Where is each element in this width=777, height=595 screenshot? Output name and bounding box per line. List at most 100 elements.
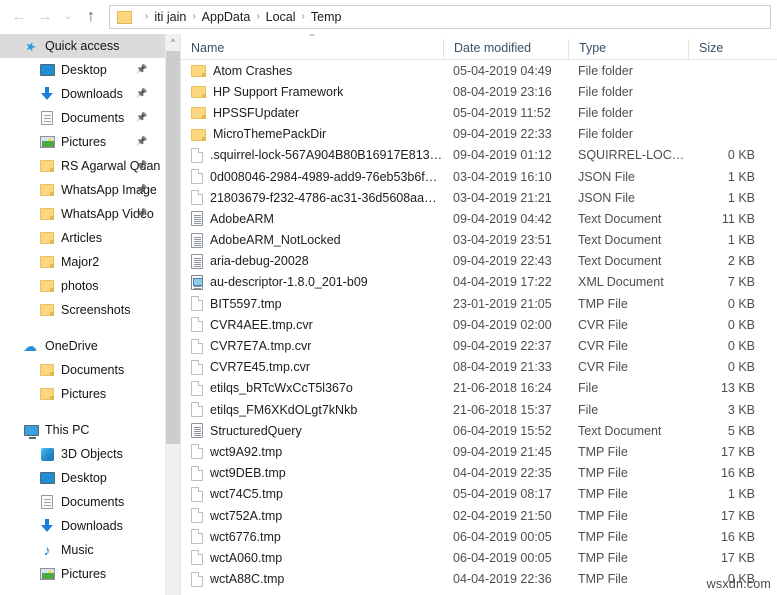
cell-name[interactable]: wct9DEB.tmp: [181, 465, 443, 481]
table-row[interactable]: 0d008046-2984-4989-add9-76eb53b6fa92... 0…: [181, 166, 777, 187]
breadcrumb-separator-1[interactable]: ›: [192, 11, 195, 22]
sidebar-item-3d-objects[interactable]: 3D Objects: [0, 442, 165, 466]
sidebar-item-screenshots[interactable]: Screenshots: [0, 298, 165, 322]
sidebar-item-whatsapp-image[interactable]: WhatsApp Image 📌: [0, 178, 165, 202]
table-row[interactable]: wct9A92.tmp 09-04-2019 21:45 TMP File 17 KB: [181, 441, 777, 462]
table-row[interactable]: wct9DEB.tmp 04-04-2019 22:35 TMP File 16 KB: [181, 463, 777, 484]
breadcrumb-separator-2[interactable]: ›: [256, 11, 259, 22]
cell-name[interactable]: wct752A.tmp: [181, 508, 443, 524]
sidebar-scrollbar[interactable]: ^: [165, 34, 180, 595]
table-row[interactable]: MicroThemePackDir 09-04-2019 22:33 File fo…: [181, 124, 777, 145]
cell-name[interactable]: AdobeARM_NotLocked: [181, 232, 443, 248]
cell-name[interactable]: CVR7E45.tmp.cvr: [181, 359, 443, 375]
column-header-type[interactable]: Type: [568, 39, 688, 59]
sidebar-item-desktop[interactable]: Desktop: [0, 466, 165, 490]
cell-name[interactable]: wctA060.tmp: [181, 550, 443, 566]
table-row[interactable]: CVR7E45.tmp.cvr 08-04-2019 21:33 CVR File 0…: [181, 357, 777, 378]
sidebar-item-articles[interactable]: Articles: [0, 226, 165, 250]
table-row[interactable]: 21803679-f232-4786-ac31-36d5608aa3ff.j..…: [181, 187, 777, 208]
pin-icon[interactable]: 📌: [136, 112, 147, 123]
table-row[interactable]: Atom Crashes 05-04-2019 04:49 File folder: [181, 60, 777, 81]
cell-name[interactable]: etilqs_bRTcWxCcT5l367o: [181, 380, 443, 396]
table-row[interactable]: CVR4AEE.tmp.cvr 09-04-2019 02:00 CVR File 0…: [181, 314, 777, 335]
sidebar-item-onedrive[interactable]: ☁ OneDrive: [0, 334, 165, 358]
table-row[interactable]: etilqs_FM6XKdOLgt7kNkb 21-06-2018 15:37 Fi…: [181, 399, 777, 420]
breadcrumb-item-2[interactable]: Local: [266, 10, 296, 24]
column-header-date-modified[interactable]: Date modified: [443, 39, 568, 59]
up-button[interactable]: ↑: [78, 4, 104, 30]
cell-name[interactable]: .squirrel-lock-567A904B80B16917E813CC...: [181, 147, 443, 163]
column-header-size[interactable]: Size: [688, 39, 777, 59]
sidebar-item-desktop[interactable]: Desktop 📌: [0, 58, 165, 82]
sidebar-item-music[interactable]: ♪ Music: [0, 538, 165, 562]
table-row[interactable]: HPSSFUpdater 05-04-2019 11:52 File folder: [181, 102, 777, 123]
cell-name[interactable]: MicroThemePackDir: [181, 127, 443, 141]
cell-name[interactable]: CVR7E7A.tmp.cvr: [181, 338, 443, 354]
cell-name[interactable]: BIT5597.tmp: [181, 296, 443, 312]
cell-name[interactable]: au-descriptor-1.8.0_201-b09: [181, 274, 443, 290]
sidebar-scroll-thumb[interactable]: [166, 51, 180, 444]
cell-size: 1 KB: [727, 233, 755, 248]
pin-icon[interactable]: 📌: [136, 160, 147, 171]
pin-icon[interactable]: 📌: [136, 184, 147, 195]
back-button[interactable]: ←: [6, 4, 32, 30]
table-row[interactable]: BIT5597.tmp 23-01-2019 21:05 TMP File 0 KB: [181, 293, 777, 314]
cell-name[interactable]: HPSSFUpdater: [181, 106, 443, 120]
sidebar-item-downloads[interactable]: Downloads 📌: [0, 82, 165, 106]
pin-icon[interactable]: 📌: [136, 88, 147, 99]
table-row[interactable]: StructuredQuery 06-04-2019 15:52 Text Docu…: [181, 420, 777, 441]
sidebar-item-quick-access[interactable]: ★ Quick access: [0, 34, 165, 58]
table-row[interactable]: AdobeARM_NotLocked 03-04-2019 23:51 Text D…: [181, 230, 777, 251]
sidebar-item-downloads[interactable]: Downloads: [0, 514, 165, 538]
cell-name[interactable]: Atom Crashes: [181, 64, 443, 78]
table-row[interactable]: CVR7E7A.tmp.cvr 09-04-2019 22:37 CVR File 0…: [181, 335, 777, 356]
pin-icon[interactable]: 📌: [136, 136, 147, 147]
breadcrumb-item-1[interactable]: AppData: [202, 10, 251, 24]
breadcrumb-item-3[interactable]: Temp: [311, 10, 342, 24]
cell-name[interactable]: AdobeARM: [181, 211, 443, 227]
table-row[interactable]: au-descriptor-1.8.0_201-b09 04-04-2019 17…: [181, 272, 777, 293]
sidebar-item-major2[interactable]: Major2: [0, 250, 165, 274]
table-row[interactable]: wct6776.tmp 06-04-2019 00:05 TMP File 16 KB: [181, 526, 777, 547]
cell-name[interactable]: etilqs_FM6XKdOLgt7kNkb: [181, 402, 443, 418]
table-row[interactable]: wctA060.tmp 06-04-2019 00:05 TMP File 17 KB: [181, 547, 777, 568]
cell-name[interactable]: 21803679-f232-4786-ac31-36d5608aa3ff.j..…: [181, 190, 443, 206]
table-row[interactable]: AdobeARM 09-04-2019 04:42 Text Document 11 …: [181, 208, 777, 229]
sidebar-item-photos[interactable]: photos: [0, 274, 165, 298]
sidebar-item-this-pc[interactable]: This PC: [0, 418, 165, 442]
cell-name[interactable]: wctA88C.tmp: [181, 571, 443, 587]
table-row[interactable]: wct752A.tmp 02-04-2019 21:50 TMP File 17 KB: [181, 505, 777, 526]
breadcrumb-separator-0[interactable]: ›: [145, 11, 148, 22]
sidebar-item-pictures[interactable]: Pictures: [0, 562, 165, 586]
cell-name[interactable]: 0d008046-2984-4989-add9-76eb53b6fa92...: [181, 169, 443, 185]
column-header-name[interactable]: ^ Name: [181, 34, 443, 59]
sidebar-item-pictures[interactable]: Pictures 📌: [0, 130, 165, 154]
sidebar-item-documents[interactable]: Documents: [0, 490, 165, 514]
sidebar-item-documents[interactable]: Documents 📌: [0, 106, 165, 130]
breadcrumb-item-0[interactable]: iti jain: [154, 10, 186, 24]
table-row[interactable]: etilqs_bRTcWxCcT5l367o 21-06-2018 16:24 Fi…: [181, 378, 777, 399]
sidebar-item-pictures[interactable]: Pictures: [0, 382, 165, 406]
breadcrumb-separator-3[interactable]: ›: [302, 11, 305, 22]
cell-name[interactable]: aria-debug-20028: [181, 253, 443, 269]
sidebar-item-rs-agarwal-quan[interactable]: RS Agarwal Quan 📌: [0, 154, 165, 178]
address-bar[interactable]: › iti jain › AppData › Local › Temp: [109, 4, 771, 29]
sidebar-item-documents[interactable]: Documents: [0, 358, 165, 382]
cell-name[interactable]: wct9A92.tmp: [181, 444, 443, 460]
table-row[interactable]: wct74C5.tmp 05-04-2019 08:17 TMP File 1 KB: [181, 484, 777, 505]
cell-name[interactable]: CVR4AEE.tmp.cvr: [181, 317, 443, 333]
cell-name[interactable]: HP Support Framework: [181, 85, 443, 99]
pin-icon[interactable]: 📌: [136, 64, 147, 75]
scroll-up-arrow-icon[interactable]: ^: [166, 34, 180, 51]
table-row[interactable]: aria-debug-20028 09-04-2019 22:43 Text Doc…: [181, 251, 777, 272]
cell-name[interactable]: StructuredQuery: [181, 423, 443, 439]
pin-icon[interactable]: 📌: [136, 208, 147, 219]
sidebar-item-whatsapp-video[interactable]: WhatsApp Video 📌: [0, 202, 165, 226]
table-row[interactable]: HP Support Framework 08-04-2019 23:16 File…: [181, 81, 777, 102]
cell-name[interactable]: wct6776.tmp: [181, 529, 443, 545]
table-row[interactable]: .squirrel-lock-567A904B80B16917E813CC...…: [181, 145, 777, 166]
table-row[interactable]: wctA88C.tmp 04-04-2019 22:36 TMP File 0 KB: [181, 569, 777, 590]
recent-locations-button[interactable]: ⌄: [58, 4, 78, 30]
forward-button[interactable]: →: [32, 4, 58, 30]
cell-name[interactable]: wct74C5.tmp: [181, 486, 443, 502]
